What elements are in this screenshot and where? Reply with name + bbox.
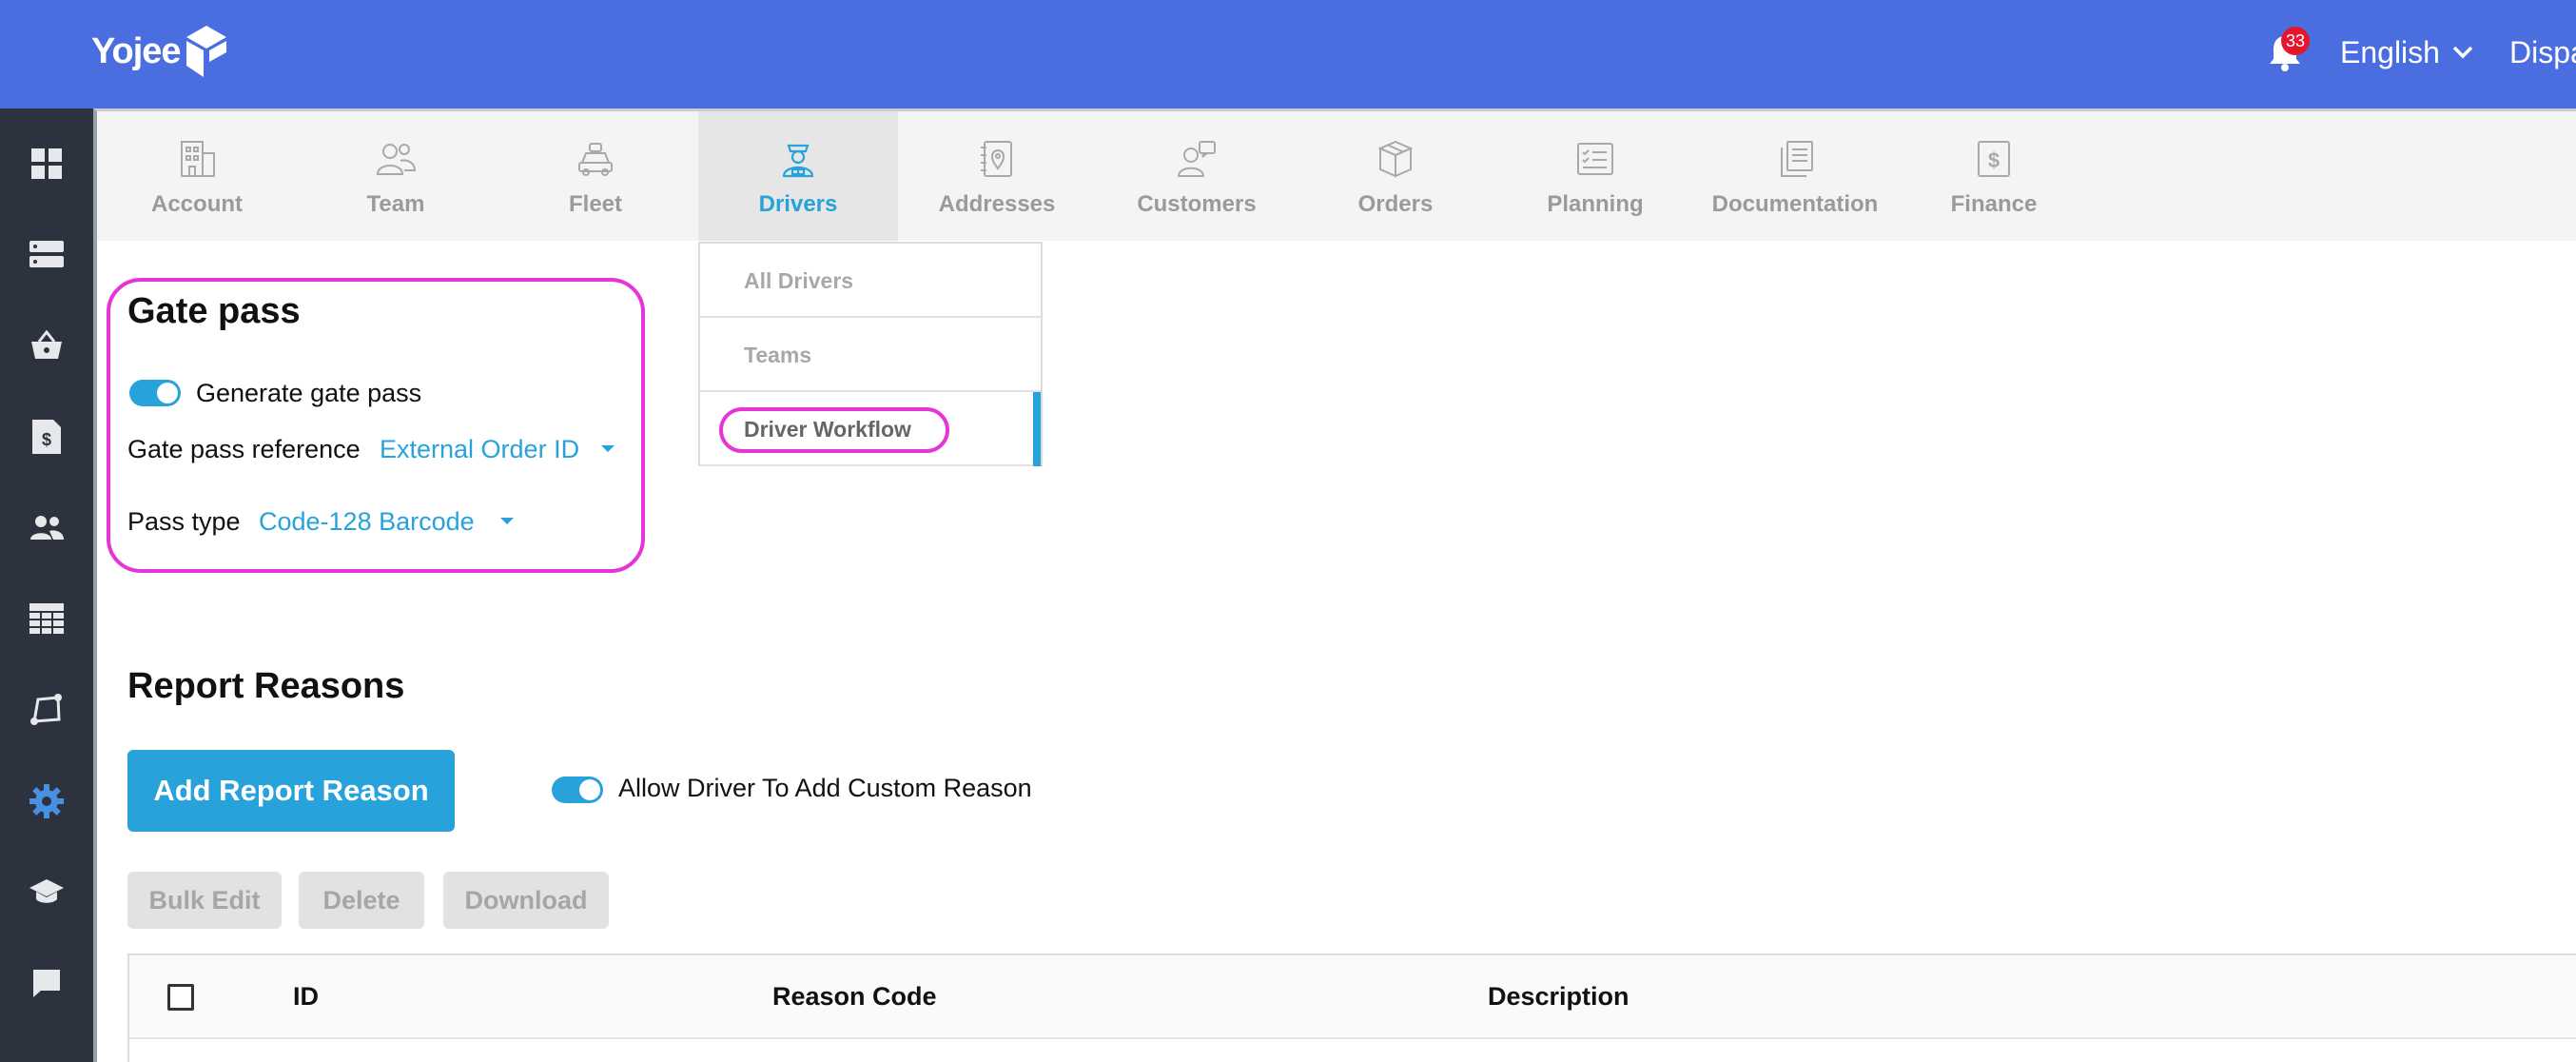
tab-label: Orders [1357, 191, 1434, 217]
report-reasons-table: ID Reason Code Description [127, 954, 2576, 1062]
menu-item-label: All Drivers [744, 268, 854, 293]
menu-item-label: Teams [744, 343, 812, 367]
customer-icon [1177, 141, 1216, 177]
svg-text:$: $ [1988, 148, 2000, 172]
tab-label: Addresses [938, 191, 1056, 217]
graduation-cap-icon[interactable] [28, 873, 66, 911]
chevron-down-icon [2452, 46, 2473, 59]
tab-planning[interactable]: Planning [1495, 111, 1695, 241]
dashboard-icon[interactable] [28, 145, 66, 183]
notification-badge: 33 [2281, 27, 2310, 55]
tab-finance[interactable]: $ Finance [1894, 111, 2094, 241]
caret-down-icon[interactable] [500, 518, 514, 524]
tab-label: Team [366, 191, 425, 217]
box-icon [1377, 140, 1414, 178]
tab-orders[interactable]: Orders [1296, 111, 1495, 241]
tab-label: Customers [1137, 191, 1257, 217]
column-header-reason-code[interactable]: Reason Code [772, 982, 937, 1012]
pass-type-label: Pass type [127, 507, 241, 536]
settings-tabs: Account Team Fleet Drivers Addresses Cus… [97, 111, 2576, 241]
dispatch-link[interactable]: Dispatch [2509, 32, 2576, 72]
gate-pass-title: Gate pass [127, 291, 301, 331]
active-indicator [1033, 392, 1041, 466]
add-report-reason-button[interactable]: Add Report Reason [127, 750, 455, 832]
language-label: English [2340, 34, 2440, 69]
list-icon[interactable] [28, 235, 66, 273]
gear-icon[interactable] [28, 782, 66, 820]
team-icon [376, 144, 417, 175]
menu-item-teams[interactable]: Teams [700, 318, 1041, 392]
tab-documentation[interactable]: Documentation [1695, 111, 1895, 241]
toggle-knob [157, 383, 178, 403]
tab-label: Drivers [758, 191, 838, 217]
tab-addresses[interactable]: Addresses [897, 111, 1097, 241]
planning-icon [1577, 143, 1613, 175]
chat-icon[interactable] [28, 964, 66, 1002]
gate-pass-reference-select[interactable]: External Order ID [380, 435, 579, 464]
bulk-edit-button[interactable]: Bulk Edit [127, 872, 282, 929]
column-header-description[interactable]: Description [1488, 982, 1630, 1012]
driver-workflow-highlight [719, 407, 949, 453]
caret-down-icon[interactable] [601, 445, 615, 452]
logo-text: Yojee [91, 30, 182, 71]
tab-label: Fleet [568, 191, 622, 217]
column-header-id[interactable]: ID [293, 982, 319, 1012]
report-reasons-title: Report Reasons [127, 666, 405, 706]
address-book-icon [981, 141, 1012, 177]
custom-reason-label: Allow Driver To Add Custom Reason [618, 774, 1032, 802]
tab-drivers[interactable]: Drivers [698, 111, 898, 241]
table-icon[interactable] [28, 600, 66, 638]
custom-reason-toggle[interactable] [552, 777, 603, 803]
gate-pass-reference-label: Gate pass reference [127, 435, 361, 463]
tab-team[interactable]: Team [296, 111, 496, 241]
gate-pass-reference-value: External Order ID [380, 435, 580, 463]
truck-icon [578, 143, 613, 176]
pass-type-select[interactable]: Code-128 Barcode [259, 507, 475, 537]
driver-icon [782, 144, 814, 178]
invoice-icon[interactable]: $ [28, 418, 66, 456]
delete-button[interactable]: Delete [299, 872, 424, 929]
logo-mark-icon [185, 26, 226, 77]
language-selector[interactable]: English [2340, 32, 2474, 72]
svg-text:$: $ [42, 430, 51, 449]
menu-item-all-drivers[interactable]: All Drivers [700, 244, 1041, 318]
select-all-checkbox[interactable] [167, 984, 194, 1011]
route-icon[interactable] [28, 691, 66, 729]
top-header: Yojee 33 English Dispatch [0, 0, 2576, 108]
table-header: ID Reason Code Description [129, 955, 2576, 1039]
yojee-logo[interactable]: Yojee [91, 21, 228, 82]
sidebar: $ [0, 108, 93, 1062]
generate-gate-pass-toggle[interactable] [129, 380, 181, 406]
tab-fleet[interactable]: Fleet [496, 111, 695, 241]
tab-label: Account [151, 191, 243, 217]
basket-icon[interactable] [28, 326, 66, 364]
documents-icon [1781, 141, 1813, 177]
tab-label: Finance [1950, 191, 2038, 217]
tab-customers[interactable]: Customers [1097, 111, 1297, 241]
pass-type-value: Code-128 Barcode [259, 507, 475, 536]
building-icon [181, 141, 215, 177]
people-icon[interactable] [28, 508, 66, 546]
download-button[interactable]: Download [443, 872, 609, 929]
dollar-icon: $ [1978, 141, 2010, 177]
tab-account[interactable]: Account [97, 111, 297, 241]
tab-label: Documentation [1711, 191, 1879, 217]
generate-gate-pass-label: Generate gate pass [196, 379, 422, 407]
tab-label: Planning [1547, 191, 1644, 217]
toggle-knob [579, 779, 600, 800]
